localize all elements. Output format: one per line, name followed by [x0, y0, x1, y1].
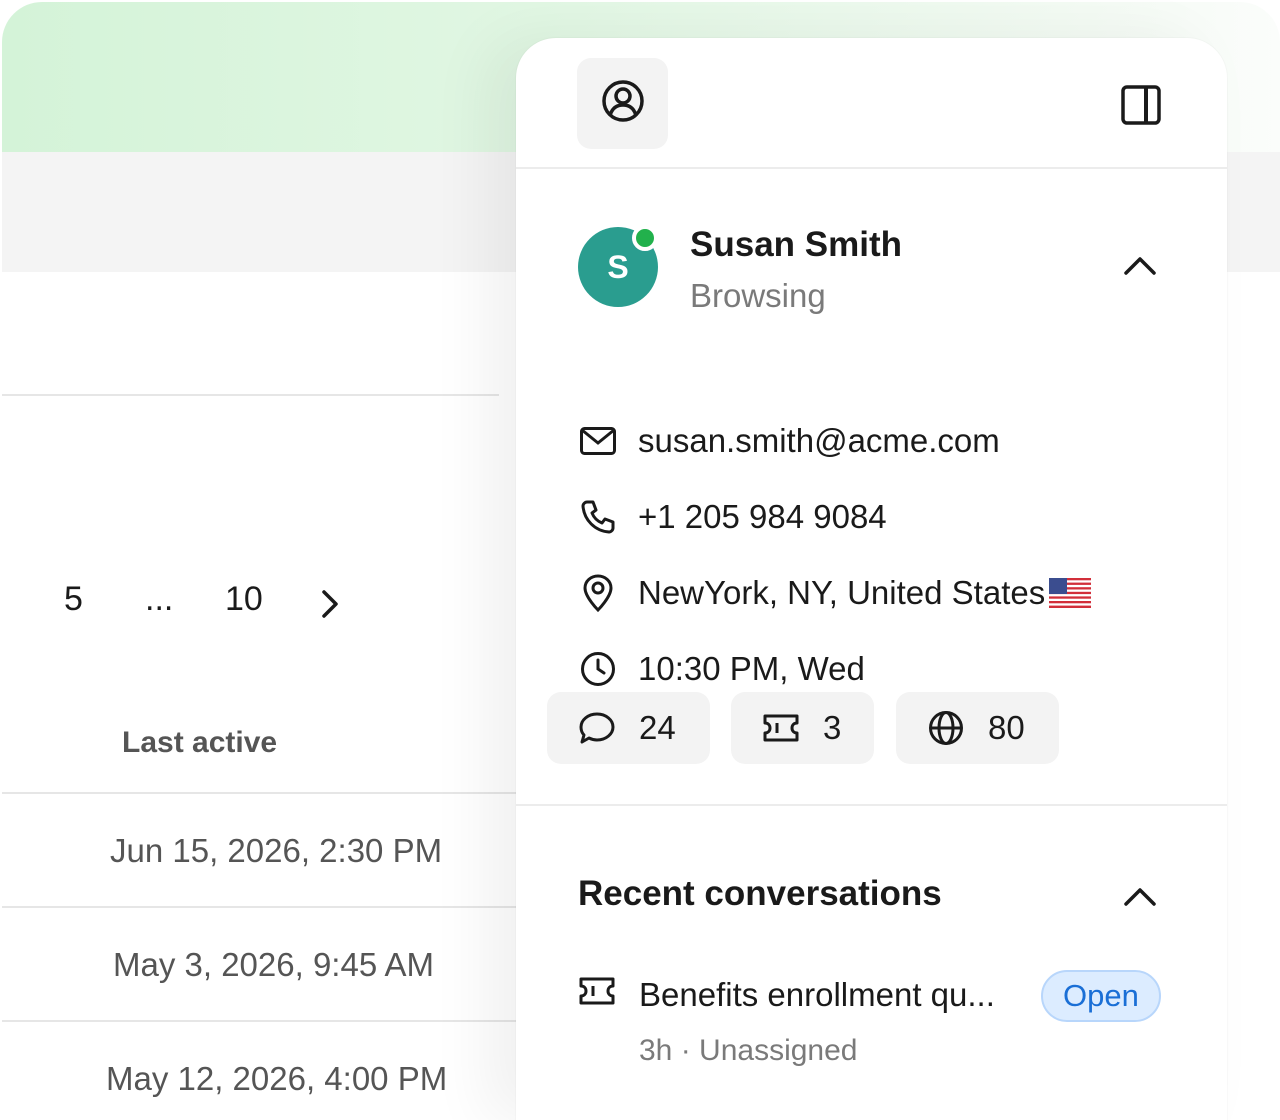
- sidebar-toggle-icon[interactable]: [1120, 84, 1162, 126]
- user-circle-icon: [600, 78, 646, 129]
- ticket-icon: [761, 708, 801, 748]
- local-time-row: 10:30 PM, Wed: [578, 647, 865, 691]
- chevron-up-icon[interactable]: [1122, 251, 1158, 279]
- table-cell-last-active: May 3, 2026, 9:45 AM: [113, 946, 435, 983]
- globe-icon: [926, 708, 966, 748]
- panel-header: [516, 38, 1227, 169]
- contact-profile-section: S Susan Smith Browsing susan.smith@acme.…: [516, 171, 1227, 806]
- conversations-count-chip[interactable]: 24: [547, 692, 710, 764]
- us-flag-icon: [1049, 578, 1092, 608]
- chat-bubble-icon: [577, 708, 617, 748]
- contact-phone[interactable]: +1 205 984 9084: [638, 498, 887, 536]
- contact-tab-button[interactable]: [577, 58, 668, 149]
- status-badge: Open: [1041, 970, 1161, 1022]
- table-cell-last-active: Jun 15, 2026, 2:30 PM: [110, 832, 443, 869]
- recent-conversations-section: Recent conversations Benefits enrollment…: [516, 808, 1227, 1120]
- conversations-count: 24: [639, 709, 676, 746]
- avatar-initial: S: [607, 248, 629, 285]
- mail-icon: [578, 421, 618, 461]
- divider: [2, 1020, 517, 1022]
- next-page-icon[interactable]: [316, 586, 344, 622]
- visits-count: 80: [988, 709, 1025, 746]
- page-button[interactable]: 10: [225, 580, 263, 619]
- column-header-last-active[interactable]: Last active: [122, 726, 277, 760]
- contact-name: Susan Smith: [690, 225, 902, 264]
- contact-location: NewYork, NY, United States: [638, 574, 1046, 611]
- conversation-title[interactable]: Benefits enrollment qu...: [639, 976, 995, 1014]
- page-ellipsis: ...: [145, 580, 174, 618]
- contact-local-time: 10:30 PM, Wed: [638, 650, 865, 687]
- map-pin-icon: [578, 573, 618, 613]
- table-cell-last-active: May 12, 2026, 4:00 PM: [106, 1060, 448, 1097]
- chevron-up-icon[interactable]: [1122, 882, 1158, 910]
- phone-row[interactable]: +1 205 984 9084: [578, 495, 887, 539]
- section-title: Recent conversations: [578, 874, 942, 913]
- tickets-count: 3: [823, 709, 842, 746]
- clock-icon: [578, 649, 618, 689]
- email-row[interactable]: susan.smith@acme.com: [578, 419, 1000, 463]
- pagination: 5 ... 10: [2, 580, 502, 630]
- ticket-icon: [578, 976, 618, 1016]
- contact-details-panel: S Susan Smith Browsing susan.smith@acme.…: [516, 38, 1227, 1120]
- visits-count-chip[interactable]: 80: [896, 692, 1059, 764]
- conversation-meta: 3h · Unassigned: [639, 1034, 858, 1067]
- divider: [2, 792, 517, 794]
- contact-email[interactable]: susan.smith@acme.com: [638, 422, 1000, 460]
- online-status-dot: [632, 225, 658, 251]
- divider: [2, 394, 499, 396]
- divider: [2, 906, 517, 908]
- location-row: NewYork, NY, United States: [578, 571, 1092, 615]
- contact-status: Browsing: [690, 277, 826, 314]
- tickets-count-chip[interactable]: 3: [731, 692, 874, 764]
- phone-icon: [578, 497, 618, 537]
- page-button[interactable]: 5: [64, 580, 83, 619]
